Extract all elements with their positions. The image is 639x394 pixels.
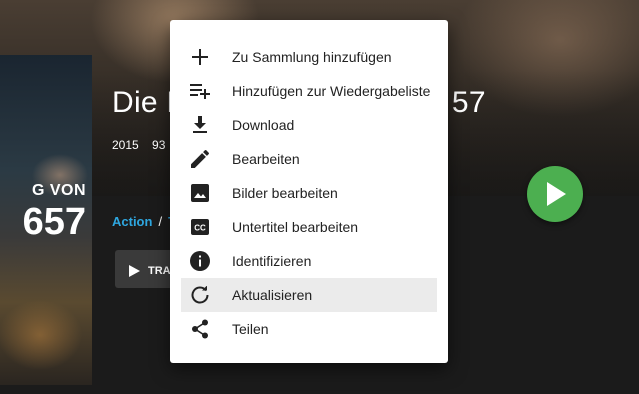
movie-meta: 2015 93 (112, 138, 175, 152)
refresh-icon (189, 284, 211, 306)
menu-item-label: Teilen (232, 321, 269, 337)
play-icon (547, 182, 566, 206)
share-icon (189, 318, 211, 340)
edit-icon (189, 148, 211, 170)
menu-item-label: Aktualisieren (232, 287, 313, 303)
poster-title-line2: 657 (22, 201, 86, 243)
add-icon (189, 46, 211, 68)
menu-item-label: Untertitel bearbeiten (232, 219, 359, 235)
menu-item-label: Bilder bearbeiten (232, 185, 338, 201)
menu-item-edit-images[interactable]: Bilder bearbeiten (181, 176, 437, 210)
download-icon (189, 114, 211, 136)
menu-item-label: Bearbeiten (232, 151, 300, 167)
menu-item-label: Zu Sammlung hinzufügen (232, 49, 392, 65)
info-icon (189, 250, 211, 272)
poster-title-line1: G VON (31, 182, 86, 199)
menu-item-edit-subtitles[interactable]: CC Untertitel bearbeiten (181, 210, 437, 244)
closed-caption-icon: CC (189, 216, 211, 238)
trailer-button-label: TRA (148, 264, 171, 277)
genre-list: Action/T (112, 214, 176, 229)
play-arrow-icon (129, 264, 140, 277)
genre-link-action[interactable]: Action (112, 214, 152, 229)
movie-year: 2015 (112, 138, 139, 152)
menu-item-add-to-collection[interactable]: Zu Sammlung hinzufügen (181, 40, 437, 74)
genre-separator: / (158, 214, 163, 229)
menu-item-label: Download (232, 117, 295, 133)
context-menu: Zu Sammlung hinzufügen Hinzufügen zur Wi… (170, 20, 448, 363)
menu-item-label: Hinzufügen zur Wiedergabeliste (232, 83, 431, 99)
play-button[interactable] (527, 166, 583, 222)
menu-item-share[interactable]: Teilen (181, 312, 437, 346)
movie-runtime: 93 (152, 138, 166, 152)
menu-item-identify[interactable]: Identifizieren (181, 244, 437, 278)
menu-item-refresh[interactable]: Aktualisieren (181, 278, 437, 312)
menu-item-edit[interactable]: Bearbeiten (181, 142, 437, 176)
menu-item-download[interactable]: Download (181, 108, 437, 142)
movie-title-right: 57 (451, 86, 486, 119)
svg-text:CC: CC (194, 224, 206, 233)
menu-item-add-to-playlist[interactable]: Hinzufügen zur Wiedergabeliste (181, 74, 437, 108)
menu-item-label: Identifizieren (232, 253, 312, 269)
image-icon (189, 182, 211, 204)
playlist-add-icon (189, 80, 211, 102)
movie-poster[interactable]: G VON 657 (0, 55, 92, 385)
